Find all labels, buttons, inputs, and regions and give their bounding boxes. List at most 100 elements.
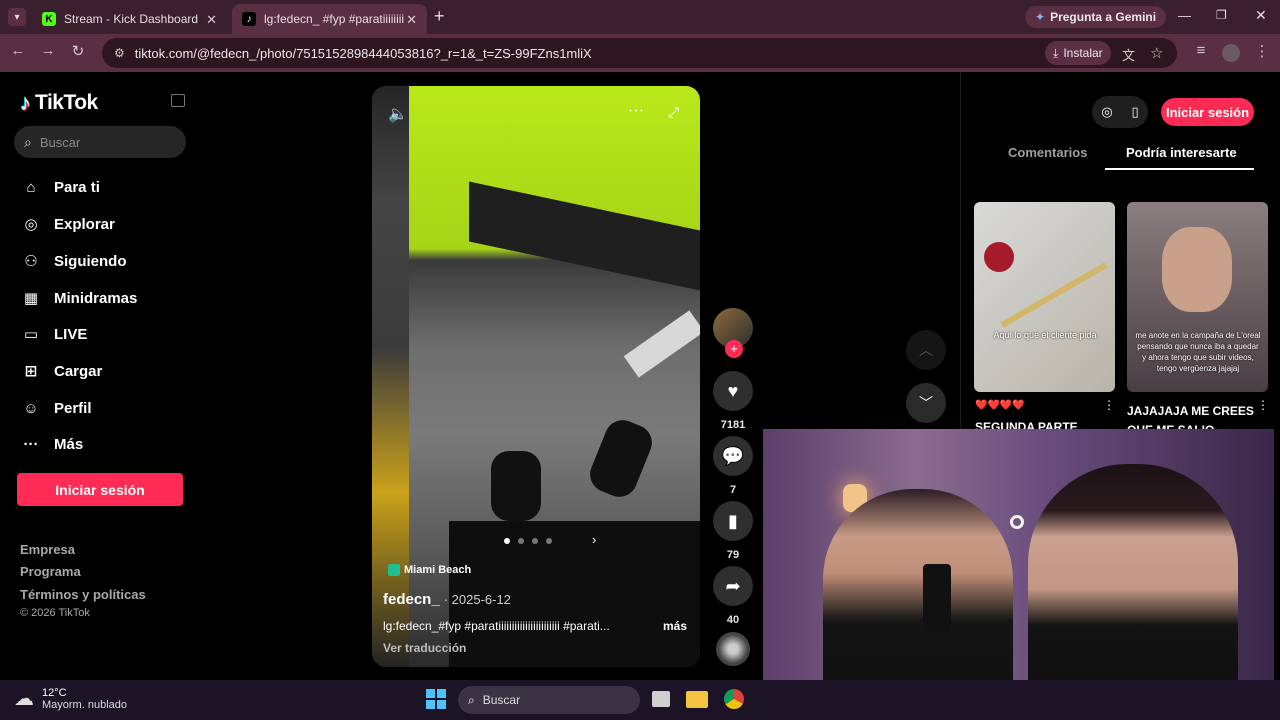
sidebar-item-minidramas[interactable]: ▦ Minidramas — [20, 287, 137, 309]
sidebar-item-explorar[interactable]: ◎ Explorar — [20, 213, 114, 235]
carousel-dot[interactable] — [546, 538, 552, 544]
post-date: · 2025-6-12 — [443, 592, 511, 607]
login-label: Iniciar sesión — [55, 481, 145, 498]
share-button[interactable]: ➦ 40 — [713, 566, 753, 626]
site-info-icon[interactable]: ⚙ — [114, 46, 125, 60]
location-icon — [388, 564, 400, 576]
translate-icon[interactable]: 文 — [1122, 45, 1135, 64]
reading-list-icon[interactable]: ≡ — [1191, 42, 1211, 59]
forward-icon[interactable]: → — [38, 42, 58, 59]
comment-button[interactable]: 💬 7 — [713, 436, 753, 496]
more-options-icon[interactable]: ··· — [628, 102, 644, 120]
tiktok-icon: ♪ — [242, 12, 256, 26]
gemini-icon: ✦ — [1035, 10, 1046, 24]
tab-podria-interesarte[interactable]: Podría interesarte — [1126, 145, 1237, 160]
footer-link-programa[interactable]: Programa — [20, 564, 81, 579]
login-label: Iniciar sesión — [1165, 104, 1250, 120]
browser-tab-bar: ▾ K Stream - Kick Dashboard ✕ ♪ lg:fedec… — [0, 0, 1280, 34]
tab-title: Stream - Kick Dashboard — [64, 12, 199, 26]
install-label: Instalar — [1063, 46, 1103, 60]
previous-post-button[interactable]: ︿ — [906, 330, 946, 370]
phone-icon[interactable]: ▯ — [1131, 104, 1138, 120]
translate-link[interactable]: Ver traducción — [383, 641, 466, 655]
back-icon[interactable]: ← — [8, 42, 28, 59]
mute-icon[interactable]: 🔈 — [388, 104, 408, 124]
post-photo[interactable] — [409, 86, 700, 667]
carousel-next-icon[interactable]: › — [592, 532, 596, 547]
close-icon[interactable]: ✕ — [406, 12, 417, 28]
author-avatar[interactable]: + — [713, 308, 753, 358]
header-actions: ◎ ▯ — [1092, 96, 1148, 128]
close-window-button[interactable]: ✕ — [1255, 7, 1267, 24]
next-post-button[interactable]: ﹀ — [906, 383, 946, 423]
sidebar-item-para-ti[interactable]: ⌂ Para ti — [20, 176, 99, 198]
taskbar-search-placeholder: Buscar — [482, 693, 521, 707]
more-icon: ··· — [23, 435, 39, 453]
header-login-button[interactable]: Iniciar sesión — [1161, 98, 1254, 126]
task-view-icon[interactable] — [652, 691, 670, 707]
location-tag[interactable]: Miami Beach — [388, 564, 471, 576]
sidebar-item-label: Más — [54, 435, 84, 453]
sidebar-item-mas[interactable]: ··· Más — [20, 433, 84, 455]
bookmark-star-icon[interactable]: ☆ — [1150, 44, 1163, 62]
fullscreen-icon[interactable]: ⤢ — [668, 104, 679, 121]
profile-avatar[interactable] — [1222, 44, 1240, 62]
collapse-sidebar-icon[interactable] — [171, 94, 185, 107]
suggested-video-2[interactable]: me anote en la campaña de L'oreal pensan… — [1127, 202, 1268, 392]
sidebar-item-label: Minidramas — [54, 289, 138, 307]
tab-kick[interactable]: K Stream - Kick Dashboard ✕ — [32, 4, 227, 34]
sidebar-item-siguiendo[interactable]: ⚇ Siguiendo — [20, 250, 126, 272]
video-1-more-icon[interactable]: ⋮ — [1103, 398, 1115, 412]
footer-link-empresa[interactable]: Empresa — [20, 542, 75, 557]
carousel-dots[interactable] — [504, 538, 552, 544]
maximize-button[interactable]: ❐ — [1216, 8, 1227, 22]
caption-more-link[interactable]: más — [663, 619, 687, 633]
tiktok-logo[interactable]: ♪ TikTok — [20, 90, 98, 116]
video-2-more-icon[interactable]: ⋮ — [1257, 398, 1269, 412]
music-disc[interactable] — [716, 632, 750, 666]
carousel-dot[interactable] — [518, 538, 524, 544]
new-tab-button[interactable]: + — [434, 6, 445, 27]
carousel-dot[interactable] — [532, 538, 538, 544]
caption-text: lg:fedecn_#fyp #paratiiiiiiiiiiiiiiiiiii… — [383, 619, 610, 633]
minimize-button[interactable]: — — [1178, 8, 1191, 23]
footer-link-terminos[interactable]: Términos y políticas — [20, 587, 146, 602]
sidebar-item-label: Cargar — [54, 362, 103, 380]
comment-count: 7 — [729, 484, 737, 496]
weather-widget[interactable]: ☁ 12°C Mayorm. nublado — [14, 686, 127, 711]
sidebar-item-perfil[interactable]: ☺ Perfil — [20, 397, 91, 419]
save-count: 79 — [726, 549, 740, 561]
close-icon[interactable]: ✕ — [206, 12, 217, 28]
login-button[interactable]: Iniciar sesión — [17, 473, 183, 506]
gemini-button[interactable]: ✦ Pregunta a Gemini — [1025, 6, 1167, 28]
tab-comentarios[interactable]: Comentarios — [1008, 145, 1087, 160]
tiktok-icon: ♪ — [20, 90, 31, 115]
search-input[interactable]: ⌕ Buscar — [14, 126, 186, 158]
tab-list-button[interactable]: ▾ — [8, 8, 26, 26]
sidebar-item-live[interactable]: ▭ LIVE — [20, 323, 87, 345]
copyright: © 2026 TikTok — [20, 607, 90, 619]
start-button[interactable] — [426, 689, 446, 709]
carousel-dot[interactable] — [504, 538, 510, 544]
following-icon: ⚇ — [24, 253, 38, 270]
chrome-icon[interactable] — [724, 689, 744, 709]
sidebar-item-cargar[interactable]: ⊞ Cargar — [20, 360, 103, 382]
follow-button[interactable]: + — [725, 340, 743, 358]
tab-underline — [1105, 168, 1254, 170]
overlay-text: me anote en la campaña de L'oreal pensan… — [1135, 331, 1261, 373]
reload-icon[interactable]: ↻ — [68, 42, 88, 60]
file-explorer-icon[interactable] — [686, 691, 708, 708]
install-button[interactable]: ⤓ Instalar — [1045, 41, 1111, 65]
username[interactable]: fedecn_ — [383, 591, 440, 608]
taskbar-search[interactable]: ⌕ Buscar — [458, 686, 640, 714]
save-button[interactable]: ▮ 79 — [713, 501, 753, 561]
menu-icon[interactable]: ⋮ — [1252, 42, 1272, 60]
like-button[interactable]: ♥ 7181 — [713, 371, 753, 431]
address-bar[interactable]: ⚙ tiktok.com/@fedecn_/photo/751515289844… — [102, 38, 1177, 68]
thumb-roses — [984, 242, 1014, 272]
heart-icon: ♥ — [713, 371, 753, 411]
suggested-video-1[interactable]: Aquí lo que el cliente pida — [974, 202, 1115, 392]
photo-post[interactable]: 🔈 ··· ⤢ › Miami Beach fedecn_ · 2025-6-1… — [372, 86, 700, 667]
tab-tiktok[interactable]: ♪ lg:fedecn_ #fyp #paratiiiiiiiiiiiii ✕ — [232, 4, 427, 34]
compass-icon[interactable]: ◎ — [1101, 104, 1112, 120]
